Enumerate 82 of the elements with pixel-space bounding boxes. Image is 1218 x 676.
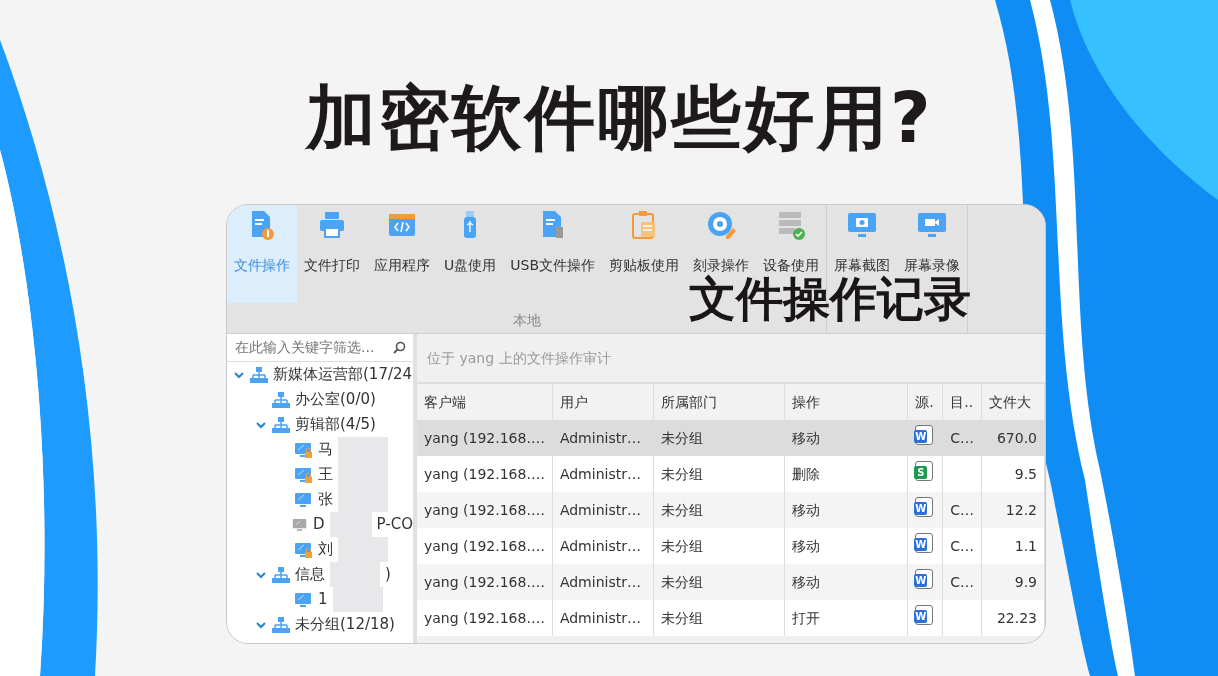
tree-label: 办公室(0/0) bbox=[295, 389, 376, 411]
document-file-icon: W bbox=[915, 425, 934, 445]
column-header[interactable]: 操作 bbox=[784, 384, 908, 420]
tree-label: P-CO bbox=[376, 514, 413, 536]
toolbar-button[interactable]: 剪贴板使用 bbox=[602, 205, 686, 303]
table-cell: 未分组 bbox=[660, 501, 703, 518]
document-file-icon: W bbox=[915, 533, 934, 553]
table-cell: yang (192.168.… bbox=[424, 609, 545, 626]
table-cell: 移动 bbox=[791, 429, 820, 446]
table-cell: C… bbox=[950, 537, 975, 554]
table-cell: Administr… bbox=[559, 429, 641, 446]
tree-label: D bbox=[313, 514, 325, 536]
org-chart-icon bbox=[272, 566, 290, 583]
table-row[interactable]: yang (192.168.… Administr… 未分组 移动 W C… 12.2 bbox=[417, 492, 1045, 528]
tree-label: 剪辑部(4/5) bbox=[295, 414, 376, 436]
headline: 加密软件哪些好用? bbox=[306, 80, 934, 157]
tree-label: 刘 bbox=[318, 539, 333, 561]
column-header[interactable]: 文件大 bbox=[981, 384, 1045, 420]
toolbar-button[interactable]: U盘使用 bbox=[437, 205, 504, 303]
tree-label: 信息 bbox=[295, 564, 325, 586]
search-icon bbox=[393, 341, 406, 354]
table-cell: Administr… bbox=[559, 465, 641, 482]
table-cell: 未分组 bbox=[660, 573, 703, 590]
document-file-icon: W bbox=[915, 605, 934, 625]
column-header[interactable]: 所属部门 bbox=[653, 384, 785, 420]
column-header[interactable]: 用户 bbox=[552, 384, 654, 420]
table-row[interactable]: yang (192.168.… Administr… 未分组 打开 W 22.23 bbox=[417, 600, 1045, 636]
tree-label: 未分组(12/18) bbox=[295, 614, 395, 636]
table-cell: yang (192.168.… bbox=[424, 573, 545, 590]
table-cell: 打开 bbox=[791, 609, 820, 626]
table-cell: C… bbox=[950, 573, 975, 590]
table-cell: 移动 bbox=[791, 501, 820, 518]
document-file-icon: W bbox=[915, 569, 934, 589]
toolbar-button[interactable]: USB文件操作 bbox=[503, 205, 602, 303]
table-row[interactable]: yang (192.168.… Administr… 未分组 移动 W C… 670.0 bbox=[417, 420, 1045, 456]
table-cell: C… bbox=[950, 501, 975, 518]
table-cell: 9.9 bbox=[1014, 573, 1037, 590]
spreadsheet-file-icon: S bbox=[915, 461, 934, 481]
table-row[interactable]: yang (192.168.… Administr… 未分组 删除 S 9.5 bbox=[417, 456, 1045, 492]
table-cell: 12.2 bbox=[1005, 501, 1037, 518]
org-chart-icon bbox=[250, 366, 268, 383]
table-cell: yang (192.168.… bbox=[424, 429, 545, 446]
table-row[interactable]: yang (192.168.… Administr… 未分组 移动 W C… 1.1 bbox=[417, 528, 1045, 564]
org-chart-icon bbox=[272, 616, 290, 633]
org-chart-icon bbox=[272, 391, 290, 408]
table-cell: 22.23 bbox=[996, 609, 1037, 626]
table-cell: 移动 bbox=[791, 573, 820, 590]
table-cell: 移动 bbox=[791, 537, 820, 554]
tree-label: 新媒体运营部(17/24 bbox=[273, 364, 413, 386]
table-cell: 1.1 bbox=[1014, 537, 1037, 554]
document-file-icon: W bbox=[915, 497, 934, 517]
table-cell: Administr… bbox=[559, 573, 641, 590]
org-chart-icon bbox=[272, 416, 290, 433]
column-header[interactable]: 客户端 bbox=[417, 384, 553, 420]
column-header[interactable]: 目.. bbox=[942, 384, 982, 420]
table-cell: C… bbox=[950, 429, 975, 446]
tree-label: 张 bbox=[318, 489, 333, 511]
tree-label: 马 bbox=[318, 439, 333, 461]
table-cell: 9.5 bbox=[1014, 465, 1037, 482]
table-cell: 未分组 bbox=[660, 429, 703, 446]
table-cell: Administr… bbox=[559, 537, 641, 554]
table-cell: yang (192.168.… bbox=[424, 537, 545, 554]
column-header[interactable]: 源. bbox=[907, 384, 943, 420]
caption: 文件操作记录 bbox=[689, 273, 971, 325]
table-row[interactable]: yang (192.168.… Administr… 未分组 移动 W C… 9.9 bbox=[417, 564, 1045, 600]
table-cell: yang (192.168.… bbox=[424, 465, 545, 482]
table-cell: 未分组 bbox=[660, 537, 703, 554]
group-label: 本地 bbox=[512, 312, 541, 328]
tree-label: 1 bbox=[318, 589, 328, 611]
table-cell: Administr… bbox=[559, 501, 641, 518]
table-cell: 未分组 bbox=[660, 609, 703, 626]
search-field[interactable]: 在此输入关键字筛选... bbox=[227, 334, 413, 362]
table-cell: 670.0 bbox=[996, 429, 1037, 446]
disc-icon bbox=[705, 209, 737, 241]
tree-label: 王 bbox=[318, 464, 333, 486]
table-cell: 未分组 bbox=[660, 465, 703, 482]
table-cell: yang (192.168.… bbox=[424, 501, 545, 518]
table-cell: Administr… bbox=[559, 609, 641, 626]
tree-label: ) bbox=[385, 564, 391, 586]
toolbar-button[interactable]: 应用程序 bbox=[367, 205, 437, 303]
table-cell: 删除 bbox=[791, 465, 820, 482]
toolbar-button[interactable]: 文件打印 bbox=[297, 205, 367, 303]
